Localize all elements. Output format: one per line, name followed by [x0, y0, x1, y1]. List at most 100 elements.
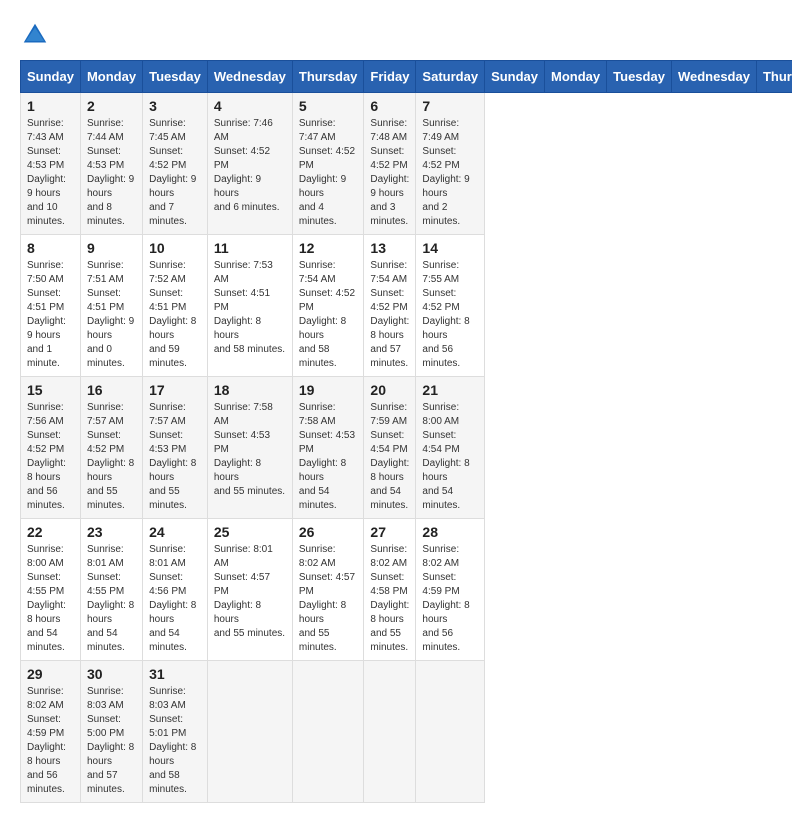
day-number: 16 [87, 382, 136, 398]
day-number: 24 [149, 524, 201, 540]
day-number: 19 [299, 382, 358, 398]
logo [20, 20, 54, 50]
day-number: 12 [299, 240, 358, 256]
day-info: Sunrise: 7:48 AM Sunset: 4:52 PM Dayligh… [370, 117, 409, 229]
day-cell-3: 3 Sunrise: 7:45 AM Sunset: 4:52 PM Daylig… [143, 93, 208, 235]
day-cell-5: 5Sunrise: 7:47 AM Sunset: 4:52 PM Daylig… [292, 93, 364, 235]
day-cell-empty [207, 661, 292, 803]
day-info: Sunrise: 7:57 AM Sunset: 4:53 PM Dayligh… [149, 401, 201, 513]
day-info: Sunrise: 7:56 AM Sunset: 4:52 PM Dayligh… [27, 401, 74, 513]
day-number: 22 [27, 524, 74, 540]
day-cell-16: 16 Sunrise: 7:57 AM Sunset: 4:52 PM Dayli… [80, 377, 142, 519]
col-header-sunday: Sunday [485, 61, 545, 93]
header-thursday: Thursday [292, 61, 364, 93]
header-wednesday: Wednesday [207, 61, 292, 93]
day-cell-9: 9 Sunrise: 7:51 AM Sunset: 4:51 PM Daylig… [80, 235, 142, 377]
week-row-2: 8Sunrise: 7:50 AM Sunset: 4:51 PM Daylig… [21, 235, 792, 377]
day-number: 30 [87, 666, 136, 682]
day-cell-2: 2Sunrise: 7:44 AM Sunset: 4:53 PM Daylig… [80, 93, 142, 235]
day-info: Sunrise: 7:44 AM Sunset: 4:53 PM Dayligh… [87, 117, 136, 229]
day-info: Sunrise: 8:01 AM Sunset: 4:56 PM Dayligh… [149, 543, 201, 655]
day-number: 28 [422, 524, 478, 540]
day-cell-7: 7Sunrise: 7:49 AM Sunset: 4:52 PM Daylig… [416, 93, 485, 235]
day-cell-23: 23 Sunrise: 8:01 AM Sunset: 4:55 PM Dayli… [80, 519, 142, 661]
header-friday: Friday [364, 61, 416, 93]
logo-icon [20, 20, 50, 50]
col-header-wednesday: Wednesday [671, 61, 756, 93]
day-info: Sunrise: 8:02 AM Sunset: 4:59 PM Dayligh… [422, 543, 478, 655]
day-number: 18 [214, 382, 286, 398]
day-cell-11: 11 Sunrise: 7:53 AM Sunset: 4:51 PM Dayli… [207, 235, 292, 377]
day-info: Sunrise: 7:51 AM Sunset: 4:51 PM Dayligh… [87, 259, 136, 371]
day-info: Sunrise: 8:03 AM Sunset: 5:01 PM Dayligh… [149, 685, 201, 797]
day-info: Sunrise: 7:45 AM Sunset: 4:52 PM Dayligh… [149, 117, 201, 229]
day-number: 5 [299, 98, 358, 114]
day-number: 29 [27, 666, 74, 682]
day-info: Sunrise: 7:46 AM Sunset: 4:52 PM Dayligh… [214, 117, 286, 215]
day-cell-30: 30 Sunrise: 8:03 AM Sunset: 5:00 PM Dayli… [80, 661, 142, 803]
day-cell-26: 26 Sunrise: 8:02 AM Sunset: 4:57 PM Dayli… [292, 519, 364, 661]
day-info: Sunrise: 8:01 AM Sunset: 4:55 PM Dayligh… [87, 543, 136, 655]
day-info: Sunrise: 8:02 AM Sunset: 4:57 PM Dayligh… [299, 543, 358, 655]
day-number: 3 [149, 98, 201, 114]
day-number: 23 [87, 524, 136, 540]
day-info: Sunrise: 7:58 AM Sunset: 4:53 PM Dayligh… [299, 401, 358, 513]
day-info: Sunrise: 8:00 AM Sunset: 4:55 PM Dayligh… [27, 543, 74, 655]
week-row-1: 1 Sunrise: 7:43 AM Sunset: 4:53 PM Daylig… [21, 93, 792, 235]
day-info: Sunrise: 7:57 AM Sunset: 4:52 PM Dayligh… [87, 401, 136, 513]
day-cell-10: 10 Sunrise: 7:52 AM Sunset: 4:51 PM Dayli… [143, 235, 208, 377]
day-number: 1 [27, 98, 74, 114]
day-number: 17 [149, 382, 201, 398]
day-info: Sunrise: 7:54 AM Sunset: 4:52 PM Dayligh… [370, 259, 409, 371]
day-number: 11 [214, 240, 286, 256]
day-cell-15: 15 Sunrise: 7:56 AM Sunset: 4:52 PM Dayli… [21, 377, 81, 519]
day-cell-6: 6 Sunrise: 7:48 AM Sunset: 4:52 PM Daylig… [364, 93, 416, 235]
day-cell-22: 22 Sunrise: 8:00 AM Sunset: 4:55 PM Dayli… [21, 519, 81, 661]
day-cell-27: 27Sunrise: 8:02 AM Sunset: 4:58 PM Dayli… [364, 519, 416, 661]
day-info: Sunrise: 8:00 AM Sunset: 4:54 PM Dayligh… [422, 401, 478, 513]
day-number: 7 [422, 98, 478, 114]
day-cell-18: 18 Sunrise: 7:58 AM Sunset: 4:53 PM Dayli… [207, 377, 292, 519]
day-cell-4: 4 Sunrise: 7:46 AM Sunset: 4:52 PM Daylig… [207, 93, 292, 235]
day-number: 6 [370, 98, 409, 114]
day-info: Sunrise: 7:58 AM Sunset: 4:53 PM Dayligh… [214, 401, 286, 499]
day-cell-empty [416, 661, 485, 803]
day-info: Sunrise: 8:03 AM Sunset: 5:00 PM Dayligh… [87, 685, 136, 797]
day-number: 15 [27, 382, 74, 398]
day-info: Sunrise: 7:53 AM Sunset: 4:51 PM Dayligh… [214, 259, 286, 357]
day-number: 4 [214, 98, 286, 114]
col-header-tuesday: Tuesday [607, 61, 672, 93]
week-row-4: 22 Sunrise: 8:00 AM Sunset: 4:55 PM Dayli… [21, 519, 792, 661]
day-cell-17: 17 Sunrise: 7:57 AM Sunset: 4:53 PM Dayli… [143, 377, 208, 519]
day-cell-8: 8Sunrise: 7:50 AM Sunset: 4:51 PM Daylig… [21, 235, 81, 377]
day-cell-24: 24 Sunrise: 8:01 AM Sunset: 4:56 PM Dayli… [143, 519, 208, 661]
header-saturday: Saturday [416, 61, 485, 93]
header [20, 20, 772, 50]
day-number: 9 [87, 240, 136, 256]
week-row-3: 15 Sunrise: 7:56 AM Sunset: 4:52 PM Dayli… [21, 377, 792, 519]
day-number: 13 [370, 240, 409, 256]
day-cell-19: 19 Sunrise: 7:58 AM Sunset: 4:53 PM Dayli… [292, 377, 364, 519]
day-cell-28: 28 Sunrise: 8:02 AM Sunset: 4:59 PM Dayli… [416, 519, 485, 661]
col-header-thursday: Thursday [756, 61, 792, 93]
day-info: Sunrise: 7:54 AM Sunset: 4:52 PM Dayligh… [299, 259, 358, 371]
day-number: 31 [149, 666, 201, 682]
day-info: Sunrise: 7:59 AM Sunset: 4:54 PM Dayligh… [370, 401, 409, 513]
day-info: Sunrise: 7:50 AM Sunset: 4:51 PM Dayligh… [27, 259, 74, 371]
day-info: Sunrise: 7:43 AM Sunset: 4:53 PM Dayligh… [27, 117, 74, 229]
col-header-monday: Monday [545, 61, 607, 93]
day-info: Sunrise: 7:52 AM Sunset: 4:51 PM Dayligh… [149, 259, 201, 371]
day-number: 10 [149, 240, 201, 256]
day-number: 27 [370, 524, 409, 540]
day-cell-14: 14Sunrise: 7:55 AM Sunset: 4:52 PM Dayli… [416, 235, 485, 377]
calendar-header-row: SundayMondayTuesdayWednesdayThursdayFrid… [21, 61, 792, 93]
day-number: 26 [299, 524, 358, 540]
day-cell-13: 13 Sunrise: 7:54 AM Sunset: 4:52 PM Dayli… [364, 235, 416, 377]
day-cell-20: 20Sunrise: 7:59 AM Sunset: 4:54 PM Dayli… [364, 377, 416, 519]
day-cell-12: 12 Sunrise: 7:54 AM Sunset: 4:52 PM Dayli… [292, 235, 364, 377]
week-row-5: 29 Sunrise: 8:02 AM Sunset: 4:59 PM Dayli… [21, 661, 792, 803]
day-cell-1: 1 Sunrise: 7:43 AM Sunset: 4:53 PM Daylig… [21, 93, 81, 235]
day-info: Sunrise: 8:02 AM Sunset: 4:59 PM Dayligh… [27, 685, 74, 797]
day-cell-21: 21Sunrise: 8:00 AM Sunset: 4:54 PM Dayli… [416, 377, 485, 519]
day-cell-empty [292, 661, 364, 803]
